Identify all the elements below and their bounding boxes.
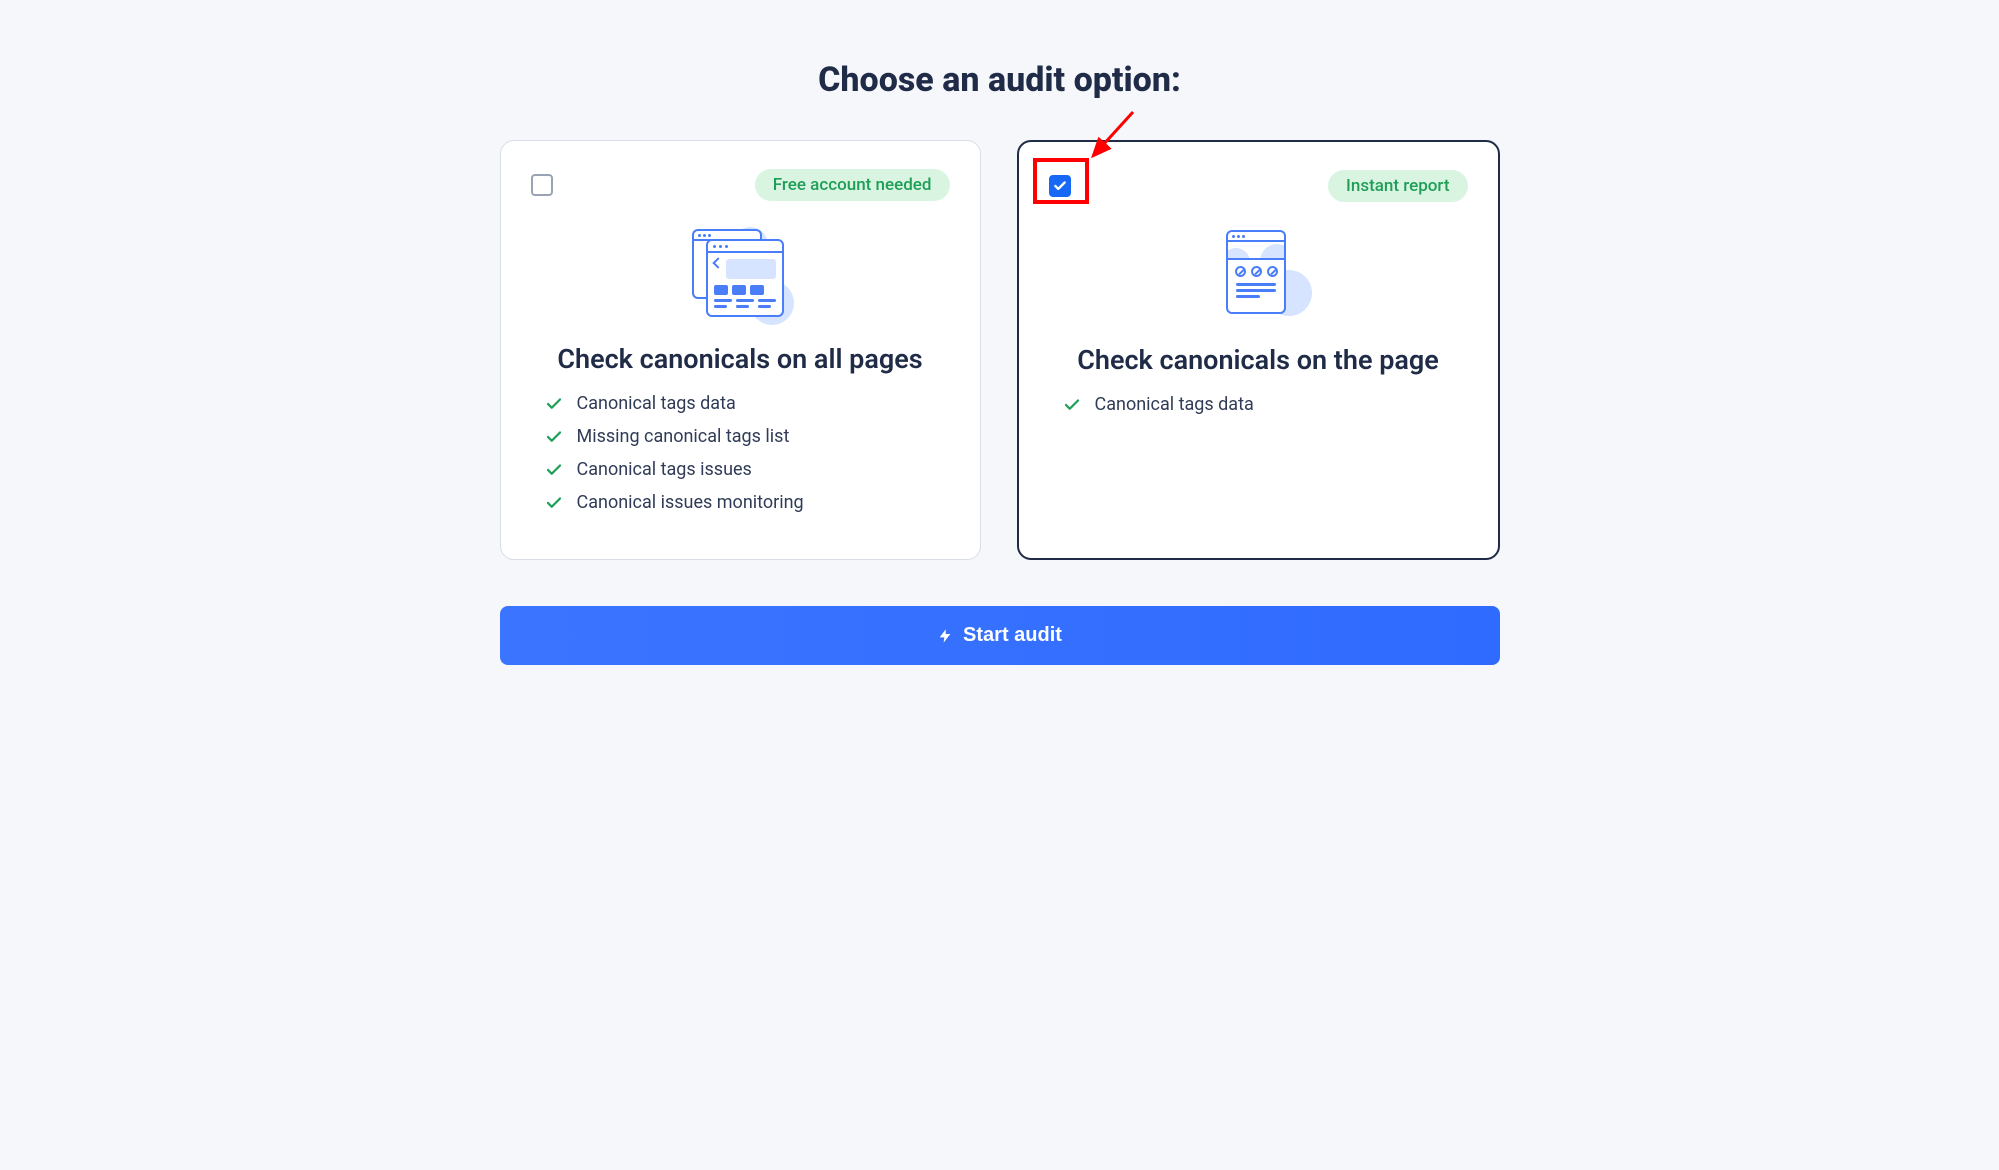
check-icon	[545, 428, 563, 446]
check-icon	[1063, 396, 1081, 414]
feature-item: Canonical tags data	[545, 393, 936, 414]
feature-label: Missing canonical tags list	[577, 426, 790, 447]
feature-item: Canonical tags issues	[545, 459, 936, 480]
feature-item: Missing canonical tags list	[545, 426, 936, 447]
start-audit-label: Start audit	[963, 624, 1062, 647]
check-icon	[545, 461, 563, 479]
feature-label: Canonical tags data	[1095, 394, 1254, 415]
checkbox-all-pages[interactable]	[531, 174, 553, 196]
option-card-all-pages[interactable]: Free account needed	[500, 140, 981, 560]
illustration-pages-icon	[531, 225, 950, 325]
option-cards: Free account needed	[500, 140, 1500, 560]
feature-list-single-page: Canonical tags data	[1049, 394, 1468, 415]
feature-label: Canonical tags issues	[577, 459, 752, 480]
checkbox-single-page[interactable]	[1049, 175, 1071, 197]
check-icon	[545, 395, 563, 413]
feature-item: Canonical issues monitoring	[545, 492, 936, 513]
page-heading: Choose an audit option:	[500, 60, 1500, 100]
annotation-arrow-icon	[1083, 108, 1143, 172]
badge-instant-report: Instant report	[1328, 170, 1467, 202]
card-title-all-pages: Check canonicals on all pages	[531, 343, 950, 375]
feature-label: Canonical issues monitoring	[577, 492, 804, 513]
check-icon	[545, 494, 563, 512]
start-audit-button[interactable]: Start audit	[500, 606, 1500, 665]
badge-account-needed: Free account needed	[755, 169, 950, 201]
bolt-icon	[937, 627, 953, 645]
card-title-single-page: Check canonicals on the page	[1049, 344, 1468, 376]
feature-list-all-pages: Canonical tags data Missing canonical ta…	[531, 393, 950, 513]
feature-label: Canonical tags data	[577, 393, 736, 414]
illustration-single-page-icon	[1049, 226, 1468, 326]
feature-item: Canonical tags data	[1063, 394, 1454, 415]
option-card-single-page[interactable]: Instant report	[1017, 140, 1500, 560]
